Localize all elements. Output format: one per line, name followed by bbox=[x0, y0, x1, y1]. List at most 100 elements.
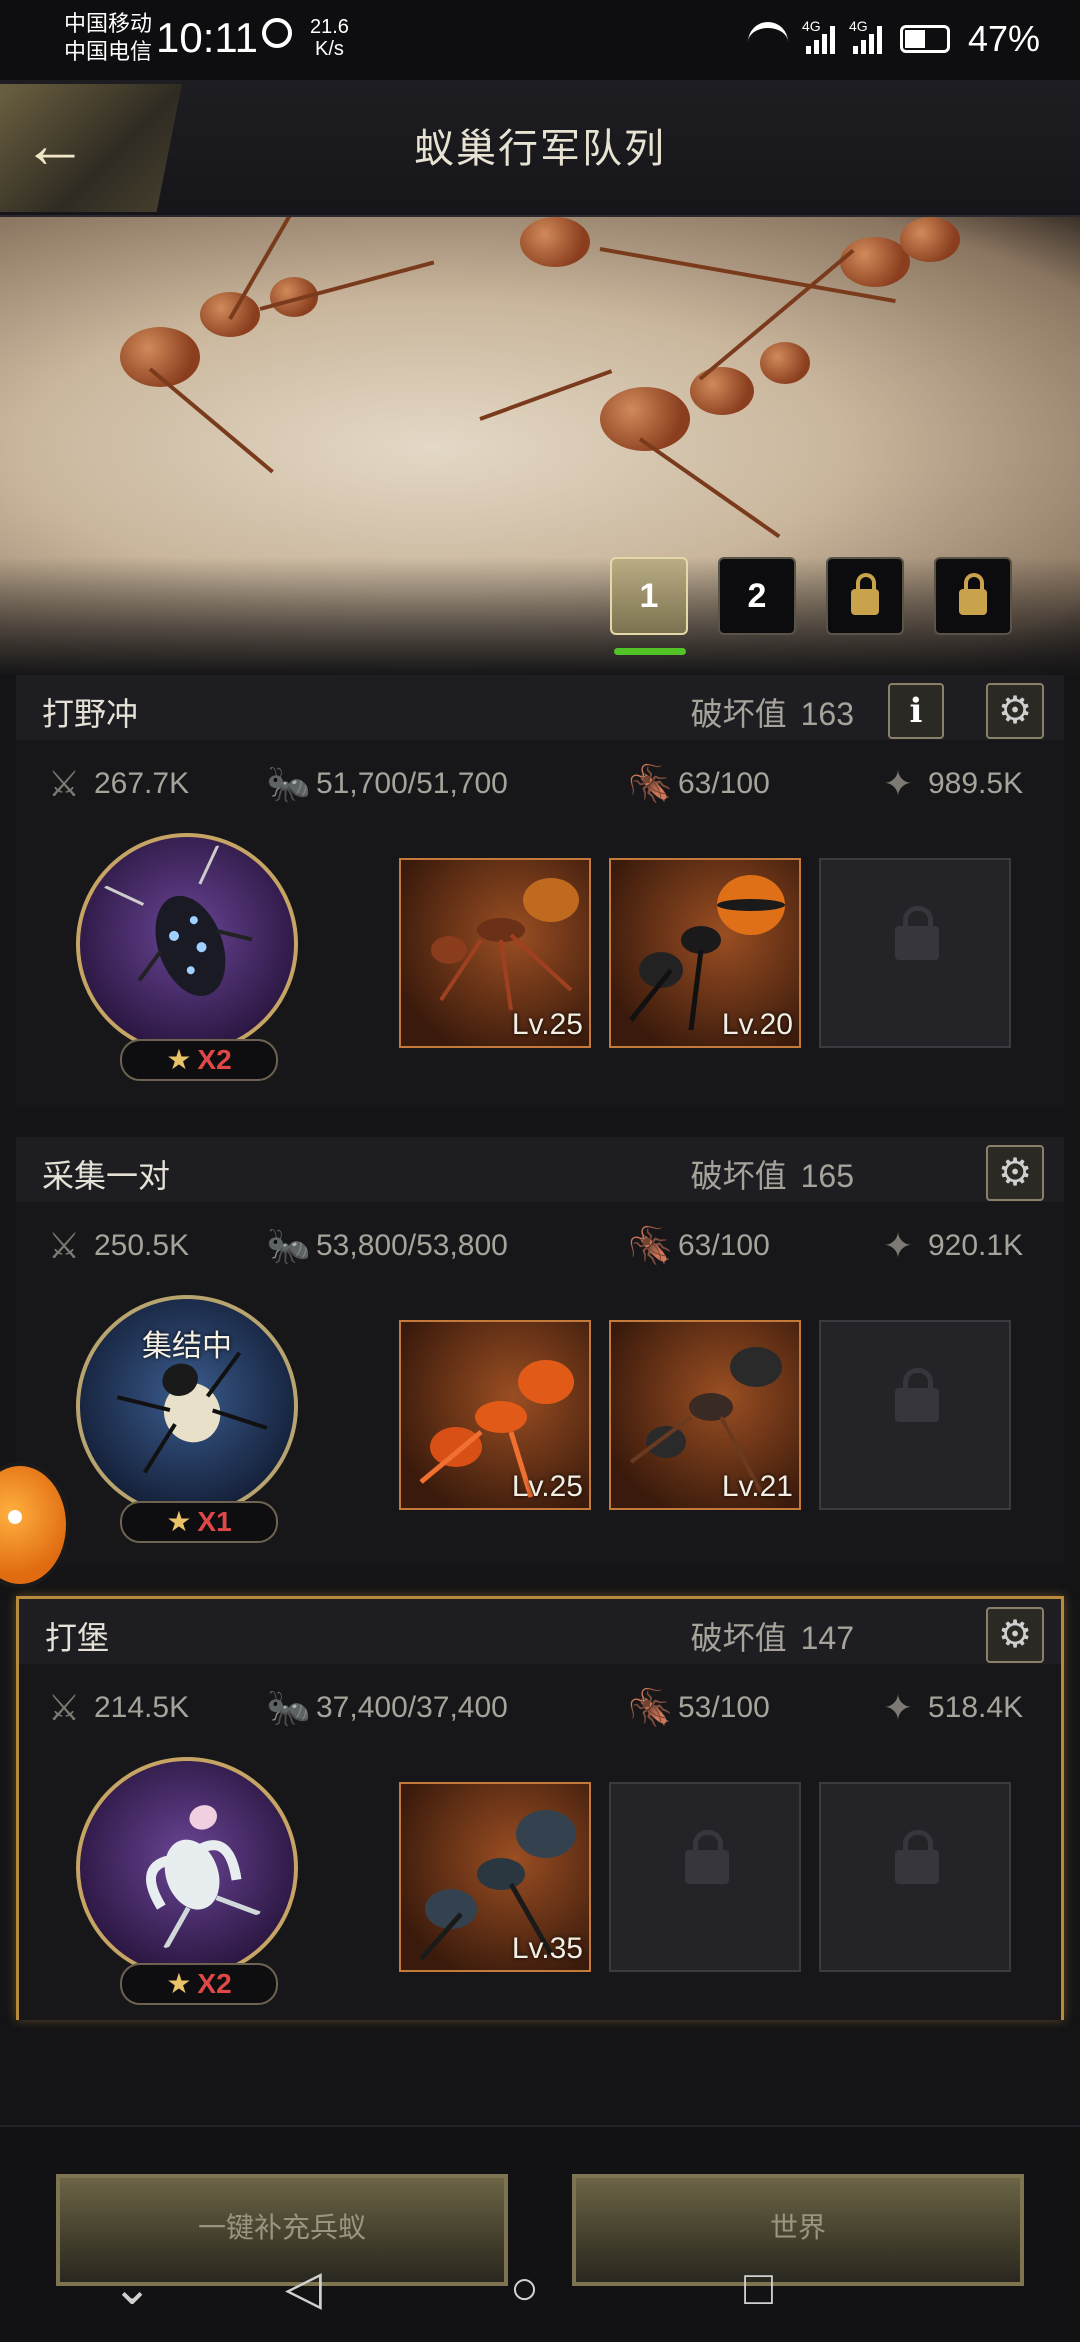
queue-tab-2-label: 2 bbox=[747, 576, 767, 615]
load-value: 63/100 bbox=[678, 1229, 770, 1262]
troop-slot-locked[interactable] bbox=[819, 1782, 1011, 1972]
lock-icon bbox=[851, 573, 879, 615]
damage-number: 147 bbox=[800, 1620, 854, 1656]
carrier-1: 中国移动 bbox=[64, 11, 153, 36]
status-bar: 中国移动 中国电信 10:11 21.6 K/s 4G 4G 47% bbox=[0, 0, 1080, 80]
queue-name: 打堡 bbox=[45, 1620, 110, 1656]
queue-tab-locked-4[interactable] bbox=[934, 557, 1012, 635]
speed-unit: K/s bbox=[315, 38, 344, 60]
troop-slot-1[interactable]: Lv.25 bbox=[399, 858, 591, 1048]
star-icon: ★ bbox=[166, 1968, 192, 1999]
star-icon: ★ bbox=[166, 1044, 192, 1075]
troops-value: 53,800/53,800 bbox=[316, 1229, 508, 1262]
queue-tab-locked-3[interactable] bbox=[826, 557, 904, 635]
gear-icon: ⚙ bbox=[997, 1614, 1033, 1656]
leader-portrait[interactable]: 集结中 ★ X1 bbox=[76, 1295, 298, 1543]
queue-name: 打野冲 bbox=[42, 696, 139, 732]
power-value: 214.5K bbox=[94, 1691, 190, 1724]
nav-home-icon[interactable]: ○ bbox=[510, 2264, 539, 2314]
gear-button[interactable]: ⚙ bbox=[986, 683, 1044, 739]
leader-star-badge: ★ X1 bbox=[120, 1501, 278, 1543]
gear-icon: ⚙ bbox=[997, 1152, 1033, 1194]
network-type-1: 4G bbox=[801, 18, 821, 34]
battery-icon bbox=[899, 25, 950, 53]
lock-icon bbox=[895, 906, 939, 960]
leader-portrait[interactable]: ★ X2 bbox=[76, 1757, 298, 2005]
leader-portrait[interactable]: ★ X2 bbox=[76, 833, 298, 1081]
signal-icon-2: 4G bbox=[849, 18, 882, 54]
star-count: X1 bbox=[197, 1506, 232, 1537]
leader-star-badge: ★ X2 bbox=[120, 1039, 278, 1081]
carry-value: 518.4K bbox=[928, 1691, 1024, 1724]
troop-slot-1[interactable]: Lv.35 bbox=[399, 1782, 591, 1972]
clock: 10:11 bbox=[156, 14, 258, 61]
damage-value: 破坏值 163 bbox=[691, 689, 854, 735]
queue-tab-1[interactable]: 1 bbox=[610, 557, 688, 635]
troop-slot-locked[interactable] bbox=[819, 1320, 1011, 1510]
damage-label: 破坏值 bbox=[690, 1158, 787, 1194]
star-icon: ★ bbox=[166, 1506, 192, 1537]
gear-button[interactable]: ⚙ bbox=[986, 1607, 1044, 1663]
queue-stats: ⚔ 267.7K 🐜 51,700/51,700 🪳 63/100 ✦ 989.5K bbox=[16, 763, 1064, 813]
queue-header: 采集一对 破坏值 165 ⚙ bbox=[16, 1137, 1064, 1202]
unit-level: Lv.35 bbox=[511, 1932, 583, 1965]
troop-slot-locked[interactable] bbox=[819, 858, 1011, 1048]
network-type-2: 4G bbox=[848, 18, 868, 34]
queue-tabs: 1 2 bbox=[610, 557, 1012, 635]
wifi-icon bbox=[747, 22, 788, 56]
ant-troops-icon: 🐜 bbox=[266, 763, 311, 804]
carrier-2: 中国电信 bbox=[64, 39, 153, 64]
damage-label: 破坏值 bbox=[690, 696, 787, 732]
gear-icon: ⚙ bbox=[997, 690, 1033, 732]
carry-value: 920.1K bbox=[928, 1229, 1024, 1262]
gear-button[interactable]: ⚙ bbox=[986, 1145, 1044, 1201]
nav-recents-icon[interactable]: □ bbox=[744, 2264, 773, 2314]
page-title: 蚁巢行军队列 bbox=[414, 127, 666, 171]
damage-label: 破坏值 bbox=[690, 1620, 787, 1656]
star-count: X2 bbox=[197, 1968, 232, 1999]
active-tab-indicator bbox=[614, 648, 686, 655]
alarm-icon bbox=[262, 18, 292, 48]
troop-slot-1[interactable]: Lv.25 bbox=[399, 1320, 591, 1510]
troop-slot-2[interactable]: Lv.21 bbox=[609, 1320, 801, 1510]
carry-value: 989.5K bbox=[928, 767, 1024, 800]
damage-number: 165 bbox=[800, 1158, 854, 1194]
chevron-down-icon[interactable]: ⌄ bbox=[112, 2264, 152, 2314]
swords-icon: ⚔ bbox=[47, 763, 81, 804]
queue-header: 打堡 破坏值 147 ⚙ bbox=[19, 1599, 1061, 1664]
load-value: 53/100 bbox=[678, 1691, 770, 1724]
troop-slot-locked[interactable] bbox=[609, 1782, 801, 1972]
world-label: 世界 bbox=[769, 2212, 826, 2243]
nav-back-icon[interactable]: ◁ bbox=[285, 2264, 322, 2314]
queue-stats: ⚔ 214.5K 🐜 37,400/37,400 🪳 53/100 ✦ 518.4K bbox=[19, 1687, 1061, 1737]
damage-number: 163 bbox=[800, 696, 854, 732]
gathering-status: 集结中 bbox=[142, 1330, 232, 1363]
network-speed: 21.6 K/s bbox=[310, 16, 349, 60]
lock-icon bbox=[895, 1830, 939, 1884]
info-button[interactable]: i bbox=[888, 683, 944, 739]
queue-name: 采集一对 bbox=[42, 1158, 171, 1194]
lock-icon bbox=[895, 1368, 939, 1422]
swords-icon: ⚔ bbox=[47, 1687, 81, 1728]
lock-icon bbox=[959, 573, 987, 615]
cockroach-icon: 🪳 bbox=[628, 1225, 673, 1266]
star-count: X2 bbox=[197, 1044, 232, 1075]
system-nav-bar: ⌄ ◁ ○ □ bbox=[0, 2240, 1080, 2340]
carrier-info: 中国移动 中国电信 bbox=[64, 10, 152, 66]
queue-tab-2[interactable]: 2 bbox=[718, 557, 796, 635]
speed-value: 21.6 bbox=[310, 16, 349, 38]
unit-level: Lv.21 bbox=[721, 1470, 793, 1503]
troops-value: 37,400/37,400 bbox=[316, 1691, 508, 1724]
troop-slot-2[interactable]: Lv.20 bbox=[609, 858, 801, 1048]
beetle-icon bbox=[104, 844, 253, 996]
swords-icon: ⚔ bbox=[47, 1225, 81, 1266]
refill-troops-label: 一键补充兵蚁 bbox=[197, 2212, 366, 2243]
cockroach-icon: 🪳 bbox=[628, 763, 673, 804]
signal-icon-1: 4G bbox=[802, 18, 835, 54]
ant-troops-icon: 🐜 bbox=[266, 1225, 311, 1266]
battery-percent: 47% bbox=[967, 18, 1040, 59]
cockroach-icon: 🪳 bbox=[628, 1687, 673, 1728]
queue-header: 打野冲 破坏值 163 i ⚙ bbox=[16, 675, 1064, 740]
lock-icon bbox=[685, 1830, 729, 1884]
mantis-icon bbox=[146, 1805, 261, 1950]
